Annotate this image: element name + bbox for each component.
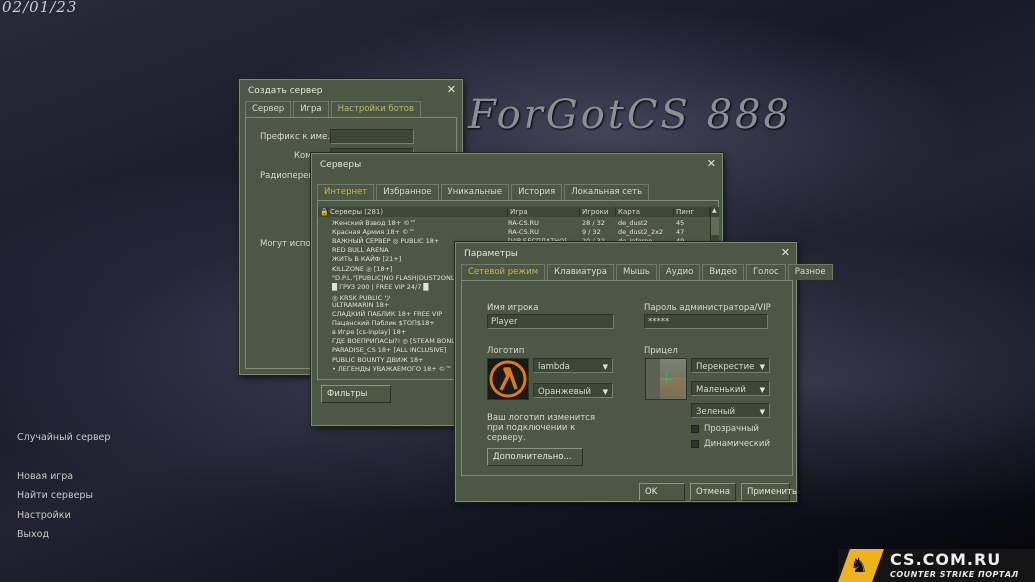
dynamic-checkbox[interactable] xyxy=(691,440,699,448)
lambda-logo-icon xyxy=(489,360,527,398)
admin-password-input[interactable]: ***** xyxy=(644,314,768,329)
table-row[interactable]: Красная Армия 18+ ©™ RA-CS.RU 9 / 32 de_dus… xyxy=(318,228,700,237)
counter-strike-logo-icon: ♞ xyxy=(838,549,884,582)
server-name-cell: Красная Армия 18+ ©™ xyxy=(332,228,415,237)
column-servers[interactable]: Серверы (281) xyxy=(328,207,508,217)
options-window: Параметры ✕ Сетевой режим Клавиатура Мыш… xyxy=(455,242,833,502)
logo-label: Логотип xyxy=(487,346,525,356)
crosshair-style-combo[interactable]: Перекрестие ▼ xyxy=(691,358,770,373)
logo-value: lambda xyxy=(538,362,570,372)
logo-preview xyxy=(487,358,529,400)
tab-audio[interactable]: Аудио xyxy=(658,264,701,280)
server-ping-cell: 47 xyxy=(676,228,685,237)
dynamic-label: Динамический xyxy=(704,439,770,449)
tab-game[interactable]: Игра xyxy=(293,101,329,117)
soldier-silhouette-icon: ♞ xyxy=(850,553,868,577)
player-name-label: Имя игрока xyxy=(487,303,539,313)
tab-bot-settings[interactable]: Настройки ботов xyxy=(330,101,421,117)
logo-color-value: Оранжевый xyxy=(538,387,591,397)
chevron-down-icon: ▼ xyxy=(602,388,608,396)
scroll-thumb[interactable] xyxy=(711,217,719,235)
column-game[interactable]: Игра xyxy=(508,207,580,217)
menu-new-game[interactable]: Новая игра xyxy=(17,471,73,482)
tab-keyboard[interactable]: Клавиатура xyxy=(547,264,615,280)
admin-password-label: Пароль администратора/VIP xyxy=(644,303,771,313)
tab-favorites[interactable]: Избранное xyxy=(376,184,439,200)
ok-button[interactable]: OK xyxy=(639,483,685,501)
tab-misc[interactable]: Разное xyxy=(787,264,833,280)
column-players[interactable]: Игроки xyxy=(580,207,616,217)
advanced-button[interactable]: Дополнительно... xyxy=(487,448,583,466)
site-tagline: COUNTER STRIKE ПОРТАЛ xyxy=(890,570,1019,579)
menu-random-server[interactable]: Случайный сервер xyxy=(17,432,110,443)
table-row[interactable]: Женский Взвод 18+ ©™ RA-CS.RU 28 / 32 de_du… xyxy=(318,219,700,228)
date-stamp: 02/01/23 xyxy=(2,0,78,16)
logo-combo[interactable]: lambda ▼ xyxy=(533,358,613,373)
menu-exit[interactable]: Выход xyxy=(17,529,49,540)
prefix-label: Префикс к име... xyxy=(260,132,336,142)
transparent-checkbox[interactable] xyxy=(691,425,699,433)
tab-history[interactable]: История xyxy=(511,184,563,200)
crosshair-size-value: Маленький xyxy=(696,385,746,395)
server-name-cell: Женский Взвод 18+ ©™ xyxy=(332,219,417,227)
chevron-down-icon: ▼ xyxy=(759,363,765,371)
crosshair-color-value: Зеленый xyxy=(696,407,736,417)
create-server-title: Создать сервер xyxy=(248,86,323,96)
lock-column-icon[interactable]: 🔒 xyxy=(318,207,328,217)
crosshair-preview-wall xyxy=(646,359,660,399)
chevron-down-icon: ▼ xyxy=(759,408,765,416)
tab-lan[interactable]: Локальная сеть xyxy=(564,184,650,200)
logo-color-combo[interactable]: Оранжевый ▼ xyxy=(533,383,613,398)
server-game-cell: RA-CS.RU xyxy=(508,219,539,227)
crosshair-size-combo[interactable]: Маленький ▼ xyxy=(691,381,770,396)
tab-multiplayer[interactable]: Сетевой режим xyxy=(461,264,546,280)
scroll-up-icon[interactable]: ▲ xyxy=(712,207,717,214)
server-players-cell: 28 / 32 xyxy=(582,219,605,227)
crosshair-horizontal-line xyxy=(660,379,672,380)
apply-button[interactable]: Применить xyxy=(741,483,797,501)
close-icon[interactable]: ✕ xyxy=(447,83,456,96)
server-map-cell: de_dust2_2x2 xyxy=(618,228,664,237)
tab-internet[interactable]: Интернет xyxy=(317,184,375,200)
chevron-down-icon: ▼ xyxy=(602,363,608,371)
tab-server[interactable]: Сервер xyxy=(245,101,292,117)
cancel-button[interactable]: Отмена xyxy=(690,483,736,501)
options-title: Параметры xyxy=(464,249,518,259)
options-panel: Имя игрока Player Пароль администратора/… xyxy=(461,280,793,476)
tab-video[interactable]: Видео xyxy=(702,264,744,280)
server-map-cell: de_dust2 xyxy=(618,219,648,227)
close-icon[interactable]: ✕ xyxy=(781,246,790,259)
crosshair-preview xyxy=(645,358,687,400)
close-icon[interactable]: ✕ xyxy=(707,157,716,170)
tab-voice[interactable]: Голос xyxy=(746,264,786,280)
game-logo: ForGotCS 888 xyxy=(468,92,792,138)
tab-mouse[interactable]: Мышь xyxy=(616,264,657,280)
column-ping[interactable]: Пинг xyxy=(674,207,710,217)
server-game-cell: RA-CS.RU xyxy=(508,228,539,237)
crosshair-label: Прицел xyxy=(644,346,678,356)
server-players-cell: 9 / 32 xyxy=(582,228,601,237)
player-name-input[interactable]: Player xyxy=(487,314,614,329)
logo-note: Ваш логотип изменится при подключении к … xyxy=(487,413,596,443)
site-name: CS.COM.RU xyxy=(890,550,1002,569)
tab-unique[interactable]: Уникальные xyxy=(440,184,510,200)
crosshair-style-value: Перекрестие xyxy=(696,362,755,372)
servers-title: Серверы xyxy=(320,160,362,170)
prefix-input[interactable] xyxy=(330,129,414,144)
transparent-label: Прозрачный xyxy=(704,424,759,434)
column-map[interactable]: Карта xyxy=(616,207,674,217)
menu-find-servers[interactable]: Найти серверы xyxy=(17,490,93,501)
crosshair-color-combo[interactable]: Зеленый ▼ xyxy=(691,403,770,418)
filters-button[interactable]: Фильтры xyxy=(321,385,391,403)
menu-settings[interactable]: Настройки xyxy=(17,510,71,521)
chevron-down-icon: ▼ xyxy=(759,386,765,394)
server-ping-cell: 45 xyxy=(676,219,685,227)
site-watermark: ♞ CS.COM.RU COUNTER STRIKE ПОРТАЛ xyxy=(838,549,1035,582)
